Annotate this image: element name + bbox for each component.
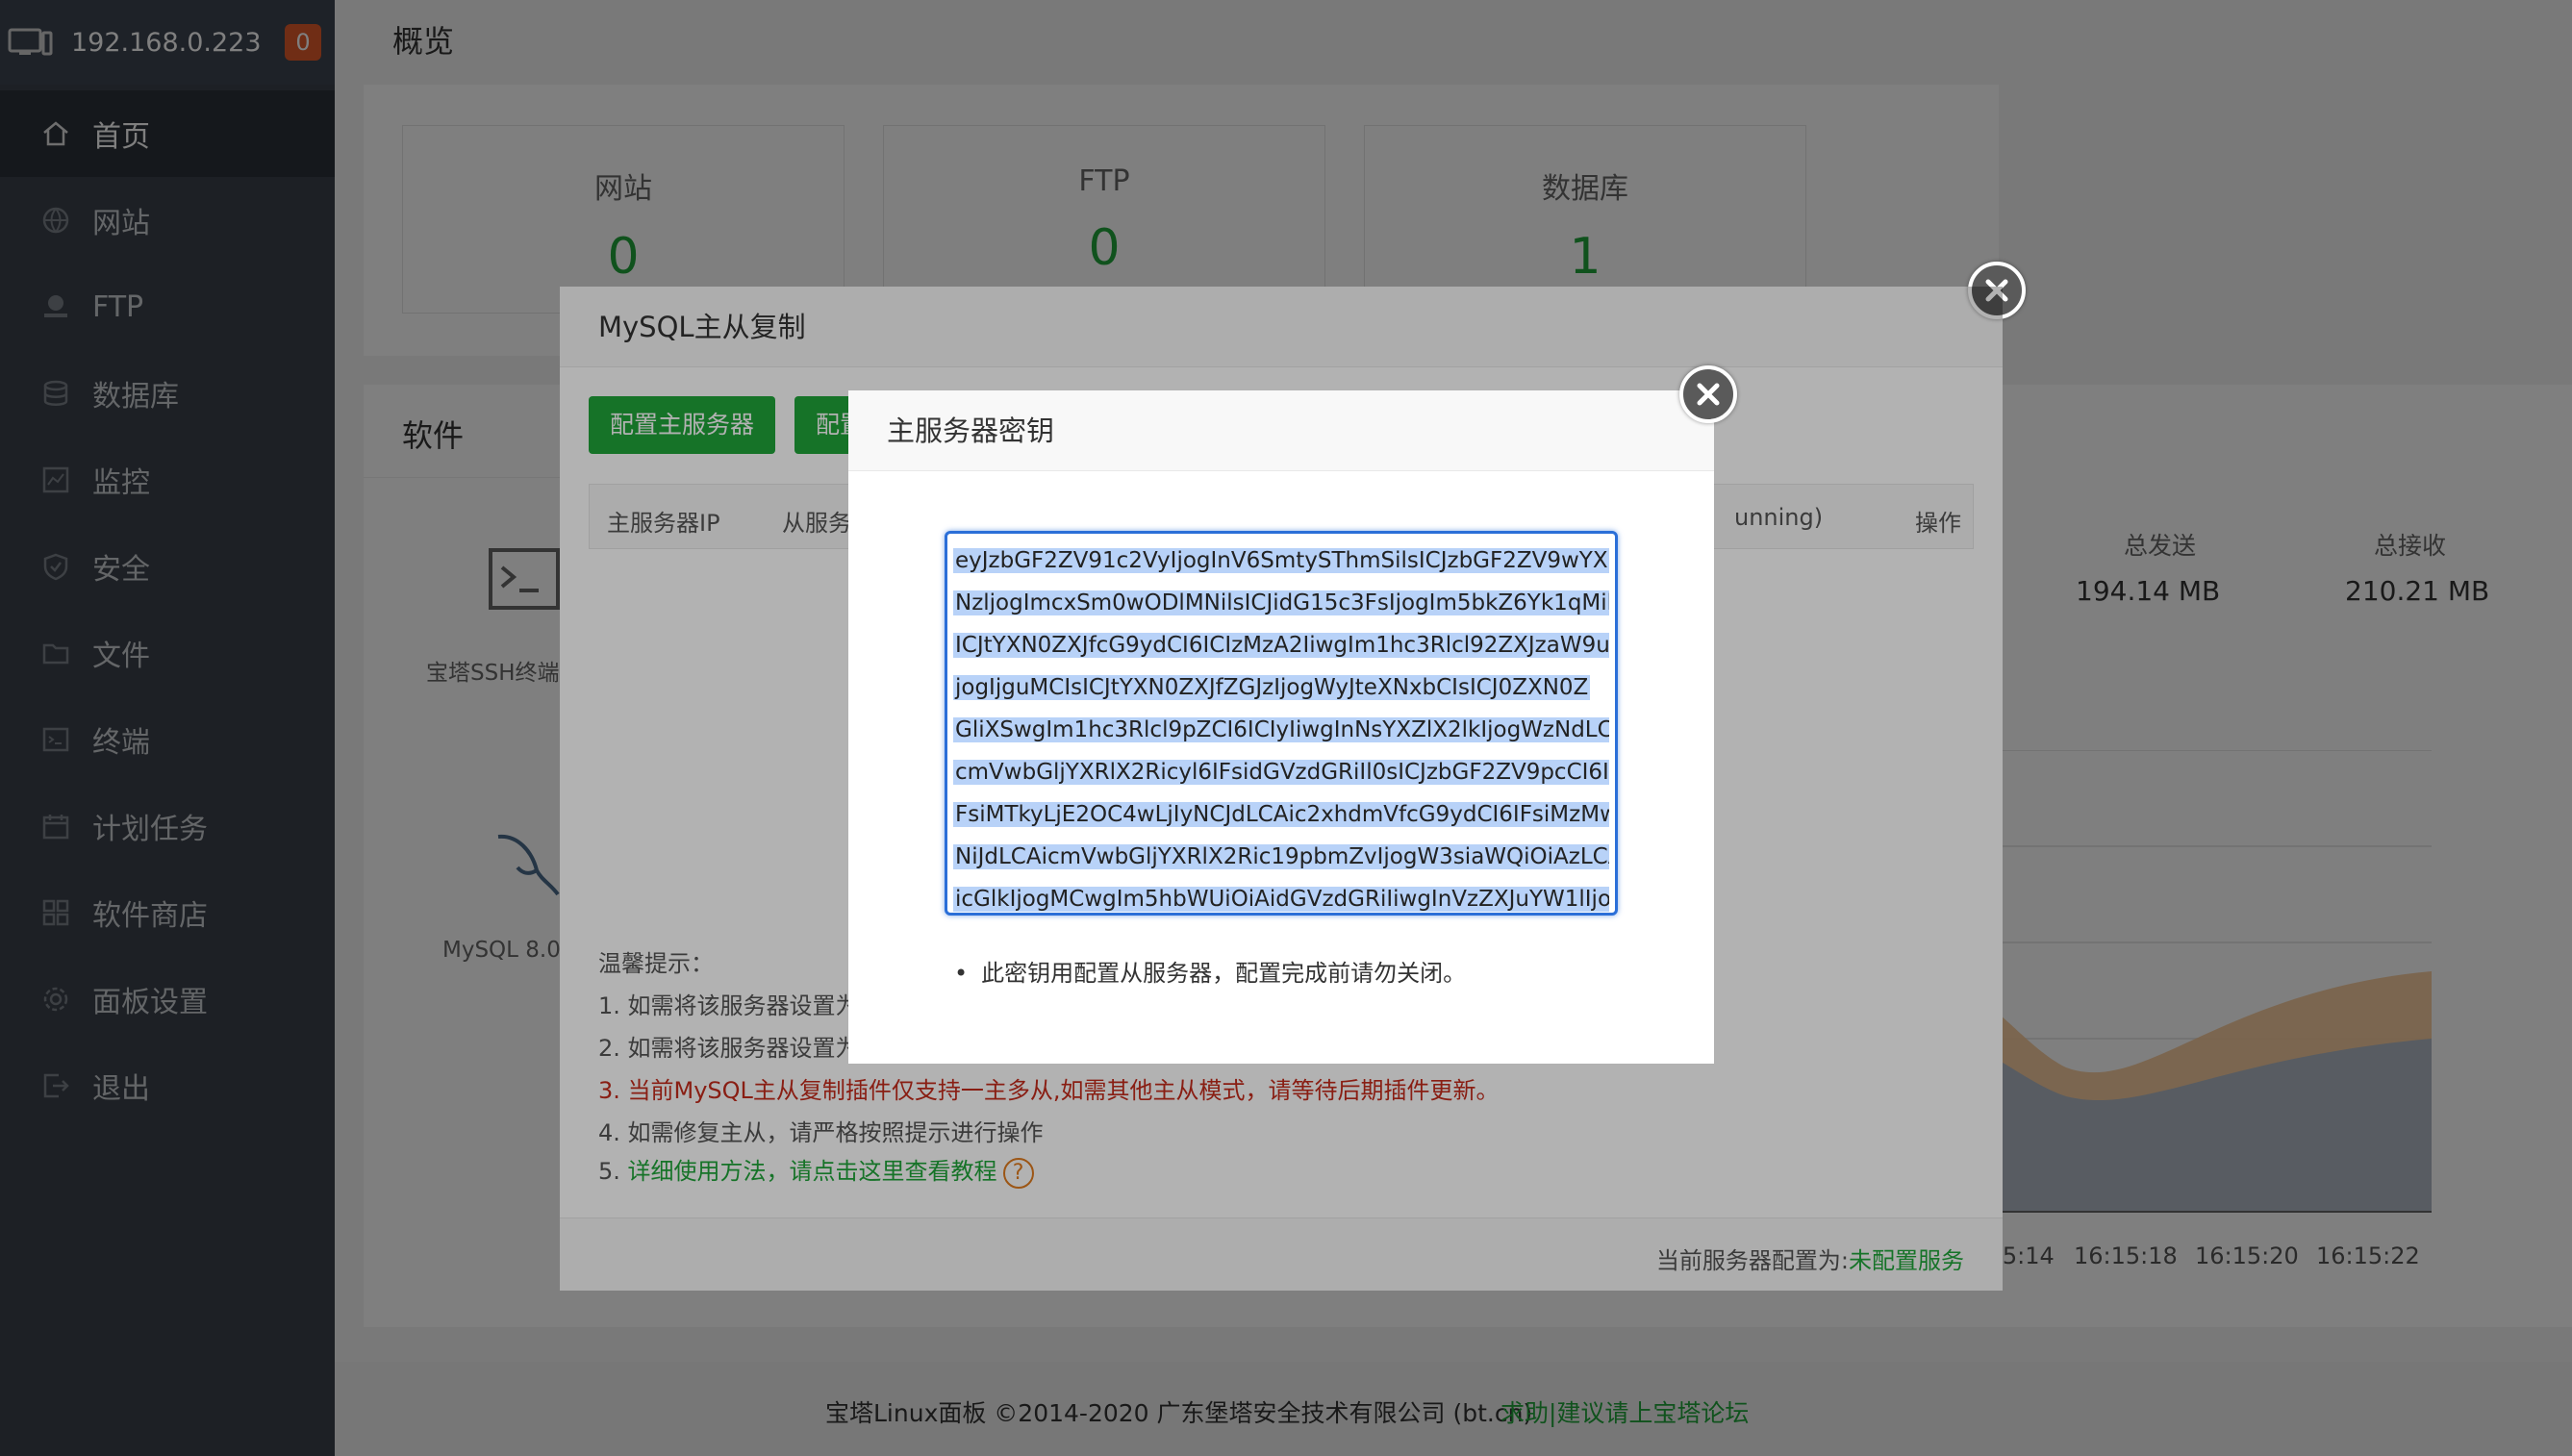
master-key-modal: 主服务器密钥 eyJzbGF2ZV91c2VyIjogInV6SmtySThmS… — [848, 390, 1714, 1064]
close-icon — [1697, 383, 1720, 406]
key-line: jogIjguMCIsICJtYXN0ZXJfZGJzIjogWyJteXNxb… — [953, 675, 1591, 700]
key-line: icGlkIjogMCwgIm5hbWUiOiAidGVzdGRiIiwgInV… — [953, 887, 1609, 912]
close-key-modal-button[interactable] — [1679, 365, 1737, 423]
modal-title: 主服务器密钥 — [848, 390, 1714, 471]
master-key-textarea[interactable]: eyJzbGF2ZV91c2VyIjogInV6SmtySThmSilsICJz… — [945, 531, 1618, 916]
key-line: eyJzbGF2ZV91c2VyIjogInV6SmtySThmSilsICJz… — [953, 548, 1609, 573]
key-line: ICJtYXN0ZXJfcG9ydCI6ICIzMzA2IiwgIm1hc3Rl… — [953, 633, 1609, 658]
key-line: GliXSwgIm1hc3Rlcl9pZCI6ICIyIiwgInNsYXZlX… — [953, 717, 1609, 742]
key-note: 此密钥用配置从服务器，配置完成前请勿关闭。 — [954, 954, 1466, 988]
key-line: NzljogImcxSm0wODlMNilsICJidG15c3FsIjogIm… — [953, 590, 1609, 615]
key-line: NiJdLCAicmVwbGljYXRlX2Ric19pbmZvIjogW3si… — [953, 844, 1609, 869]
key-line: FsiMTkyLjE2OC4wLjIyNCJdLCAic2xhdmVfcG9yd… — [953, 802, 1609, 827]
key-line: cmVwbGljYXRlX2Ricyl6IFsidGVzdGRiIl0sICJz… — [953, 760, 1609, 785]
